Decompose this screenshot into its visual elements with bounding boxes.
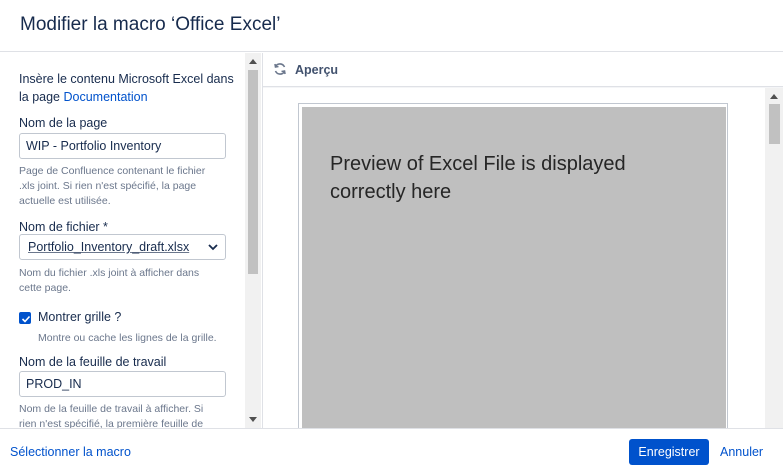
preview-scrollbar-thumb[interactable] — [769, 104, 780, 144]
select-macro-link[interactable]: Sélectionner la macro — [10, 445, 131, 459]
save-button[interactable]: Enregistrer — [629, 439, 709, 465]
preview-scrollbar[interactable] — [765, 88, 783, 428]
cancel-button[interactable]: Annuler — [714, 439, 769, 465]
file-name-help: Nom du fichier .xls joint à afficher dan… — [19, 267, 200, 294]
scroll-down-arrow-icon[interactable] — [249, 417, 257, 422]
refresh-icon[interactable] — [273, 62, 287, 76]
page-name-label: Nom de la page — [19, 116, 108, 130]
intro-text: Insère le contenu Microsoft Excel dans l… — [19, 70, 239, 106]
worksheet-input[interactable] — [19, 371, 226, 397]
file-name-value: Portfolio_Inventory_draft.xlsx — [28, 240, 190, 254]
macro-parameters-panel: Insère le contenu Microsoft Excel dans l… — [0, 53, 262, 428]
checkmark-icon — [21, 315, 31, 323]
preview-area: Preview of Excel File is displayed corre… — [263, 88, 768, 428]
preview-scroll-up-arrow-icon[interactable] — [770, 94, 778, 99]
dialog-header: Modifier la macro ‘Office Excel’ — [0, 0, 783, 52]
macro-dialog: Modifier la macro ‘Office Excel’ Insère … — [0, 0, 783, 476]
dialog-title: Modifier la macro ‘Office Excel’ — [20, 14, 281, 35]
parameters-scrollbar[interactable] — [245, 53, 261, 428]
preview-page: Preview of Excel File is displayed corre… — [298, 103, 728, 428]
dialog-footer: Sélectionner la macro Enregistrer Annule… — [0, 428, 783, 476]
worksheet-help: Nom de la feuille de travail à afficher.… — [19, 403, 204, 428]
page-name-input[interactable] — [19, 133, 226, 159]
file-name-label: Nom de fichier * — [19, 220, 108, 234]
show-grid-help: Montre ou cache les lignes de la grille. — [38, 332, 217, 344]
documentation-link[interactable]: Documentation — [64, 90, 148, 104]
preview-title: Aperçu — [295, 63, 339, 77]
excel-preview-content: Preview of Excel File is displayed corre… — [302, 107, 726, 428]
scrollbar-thumb[interactable] — [248, 70, 258, 274]
show-grid-checkbox[interactable] — [19, 312, 31, 324]
preview-header: Aperçu — [263, 53, 783, 87]
preview-panel: Aperçu Preview of Excel File is displaye… — [262, 53, 783, 428]
worksheet-label: Nom de la feuille de travail — [19, 355, 167, 369]
scroll-up-arrow-icon[interactable] — [249, 59, 257, 64]
show-grid-label: Montrer grille ? — [38, 310, 122, 324]
page-name-help: Page de Confluence contenant le fichier … — [19, 165, 206, 207]
file-name-select[interactable]: Portfolio_Inventory_draft.xlsx — [19, 234, 226, 260]
preview-text: Preview of Excel File is displayed corre… — [330, 153, 626, 203]
chevron-down-icon — [208, 244, 218, 251]
